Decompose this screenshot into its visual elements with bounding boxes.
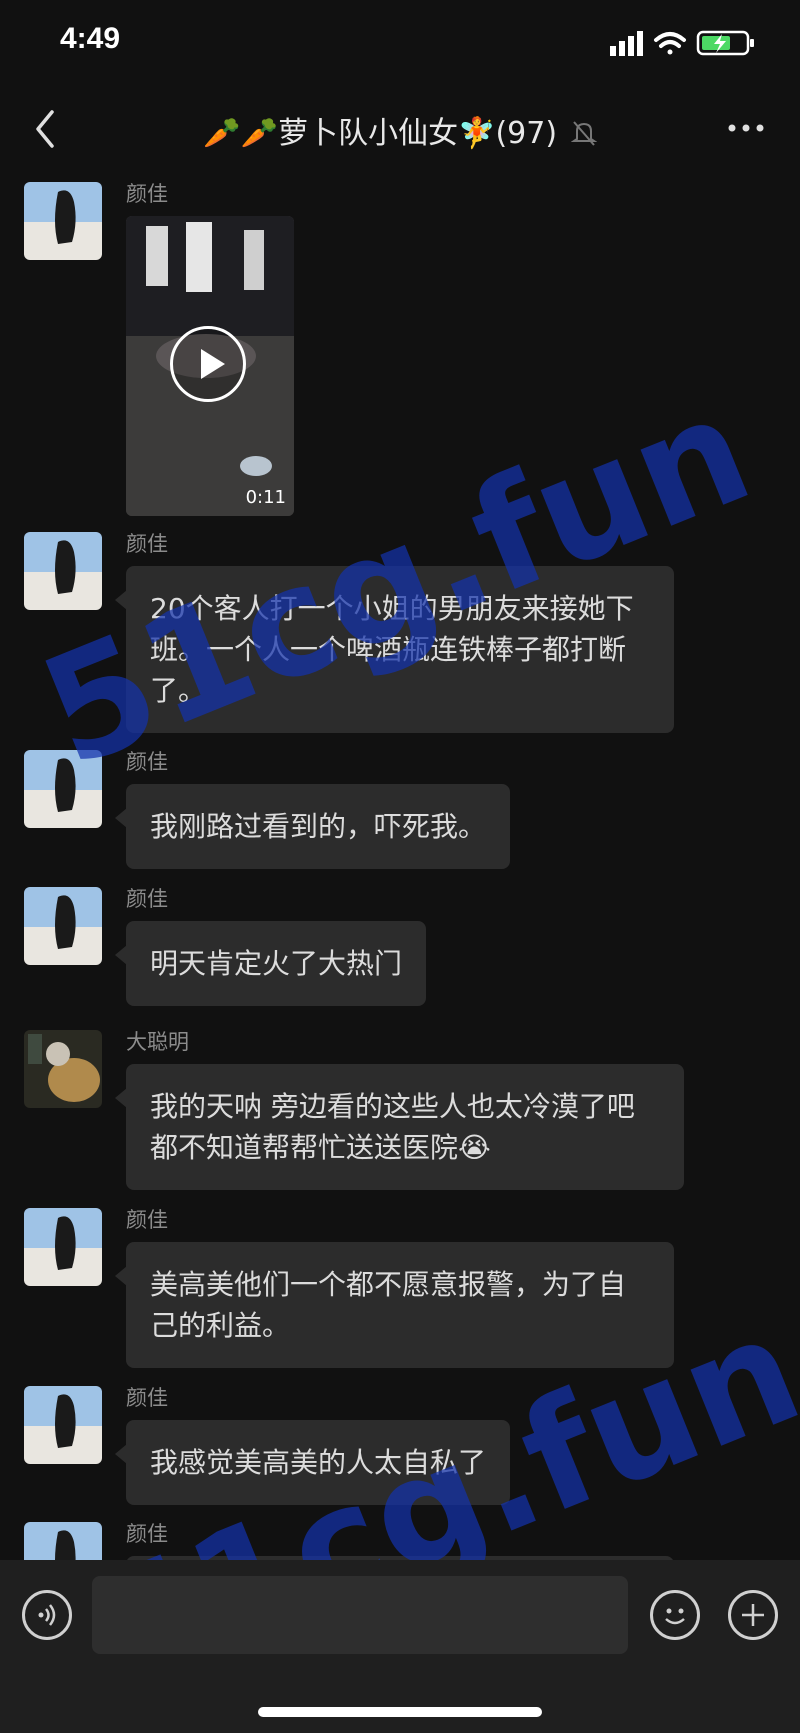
sender-name: 大聪明 <box>126 1030 189 1054</box>
message-bubble[interactable]: 20个客人打一个小姐的男朋友来接她下班。一个人一个啤酒瓶连铁棒子都打断了。 <box>115 566 674 733</box>
sender-name: 颜佳 <box>126 1386 168 1410</box>
video-message[interactable]: 0:11 <box>126 216 294 516</box>
sender-name: 颜佳 <box>126 182 168 206</box>
play-icon[interactable] <box>170 326 246 402</box>
home-indicator[interactable] <box>258 1707 542 1717</box>
chat-title: 🥕🥕萝卜队小仙女🧚(97) <box>0 108 800 152</box>
status-time: 4:49 <box>60 22 121 55</box>
message-bubble[interactable]: 我感觉美高美的人太自私了 <box>114 1420 511 1505</box>
message-list[interactable]: 颜佳 0:11 颜佳 20个客人打一个小姐的男朋友来接她下班。一个人一个啤酒瓶连… <box>0 170 800 1560</box>
avatar[interactable] <box>24 182 102 260</box>
avatar[interactable] <box>24 532 102 610</box>
status-bar: 4:49 <box>0 0 800 90</box>
avatar[interactable] <box>24 1208 102 1286</box>
sender-name: 颜佳 <box>126 1522 168 1546</box>
avatar[interactable] <box>24 1386 102 1464</box>
sender-name: 颜佳 <box>126 1208 168 1232</box>
message-bubble[interactable]: 我的天呐 旁边看的这些人也太冷漠了吧都不知道帮帮忙送送医院😭 <box>115 1064 684 1190</box>
video-duration: 0:11 <box>245 487 286 508</box>
signal-icon <box>610 31 643 56</box>
bell-muted-icon <box>570 121 597 146</box>
sender-name: 颜佳 <box>126 887 168 911</box>
avatar[interactable] <box>24 750 102 828</box>
chat-title-text: 🥕🥕萝卜队小仙女🧚(97) <box>203 116 558 151</box>
sender-name: 颜佳 <box>126 532 168 556</box>
voice-icon[interactable] <box>22 1590 72 1640</box>
status-icons <box>610 30 754 56</box>
emoji-icon[interactable] <box>650 1590 700 1640</box>
avatar[interactable] <box>24 1522 102 1560</box>
wifi-icon <box>654 32 686 55</box>
plus-icon[interactable] <box>728 1590 778 1640</box>
avatar[interactable] <box>24 887 102 965</box>
message-bubble[interactable]: 明天肯定火了大热门 <box>114 921 427 1006</box>
message-bubble[interactable]: 我刚路过看到的，吓死我。 <box>114 784 511 869</box>
nav-bar: 🥕🥕萝卜队小仙女🧚(97) <box>0 90 800 170</box>
message-bubble[interactable]: 美高美他们一个都不愿意报警，为了自己的利益。 <box>115 1242 674 1368</box>
avatar[interactable] <box>24 1030 102 1108</box>
battery-icon <box>696 30 754 56</box>
ellipsis-icon[interactable] <box>726 118 766 138</box>
message-input[interactable] <box>92 1576 628 1654</box>
sender-name: 颜佳 <box>126 750 168 774</box>
